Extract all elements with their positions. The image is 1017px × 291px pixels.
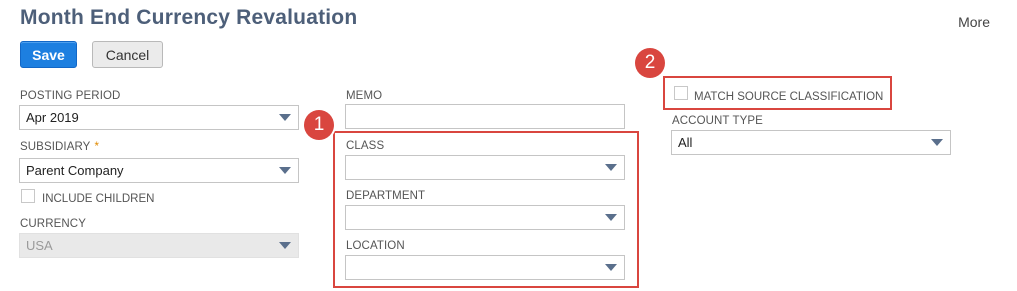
memo-label: MEMO <box>346 90 383 102</box>
subsidiary-value: Parent Company <box>26 163 124 178</box>
annotation-badge-1: 1 <box>304 110 334 140</box>
match-source-classification-checkbox[interactable] <box>674 86 688 100</box>
annotation-badge-2: 2 <box>635 48 665 78</box>
posting-period-label: POSTING PERIOD <box>20 90 121 102</box>
location-select[interactable] <box>345 255 625 280</box>
currency-select: USA <box>19 233 299 258</box>
account-type-value: All <box>678 135 693 150</box>
posting-period-value: Apr 2019 <box>26 110 79 125</box>
include-children-checkbox[interactable] <box>21 189 35 203</box>
currency-label: CURRENCY <box>20 218 86 230</box>
page-title: Month End Currency Revaluation <box>20 6 358 29</box>
include-children-label: INCLUDE CHILDREN <box>42 193 155 205</box>
chevron-down-icon <box>605 164 617 171</box>
more-menu[interactable]: More <box>958 14 990 30</box>
chevron-down-icon <box>605 264 617 271</box>
class-select[interactable] <box>345 155 625 180</box>
match-source-classification-label: MATCH SOURCE CLASSIFICATION <box>694 91 884 103</box>
required-mark: * <box>94 141 100 153</box>
chevron-down-icon <box>279 167 291 174</box>
save-button[interactable]: Save <box>20 41 77 68</box>
posting-period-select[interactable]: Apr 2019 <box>19 105 299 130</box>
memo-input[interactable] <box>345 104 625 129</box>
chevron-down-icon <box>605 214 617 221</box>
chevron-down-icon <box>931 139 943 146</box>
cancel-button[interactable]: Cancel <box>92 41 163 68</box>
currency-value: USA <box>26 238 53 253</box>
class-label: CLASS <box>346 140 385 152</box>
subsidiary-select[interactable]: Parent Company <box>19 158 299 183</box>
department-label: DEPARTMENT <box>346 190 426 202</box>
subsidiary-label: SUBSIDIARY * <box>20 141 99 153</box>
location-label: LOCATION <box>346 240 405 252</box>
chevron-down-icon <box>279 242 291 249</box>
department-select[interactable] <box>345 205 625 230</box>
account-type-select[interactable]: All <box>671 130 951 155</box>
chevron-down-icon <box>279 114 291 121</box>
account-type-label: ACCOUNT TYPE <box>672 115 763 127</box>
subsidiary-label-text: SUBSIDIARY <box>20 141 91 153</box>
